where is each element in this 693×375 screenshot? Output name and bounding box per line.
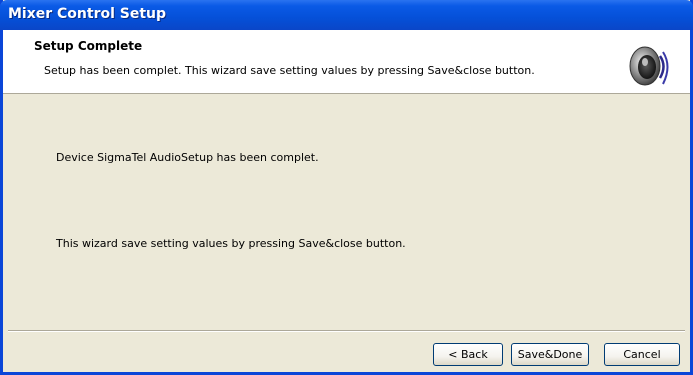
instruction-message: This wizard save setting values by press…: [56, 237, 406, 250]
speaker-icon: [629, 46, 669, 86]
back-button[interactable]: < Back: [433, 343, 503, 366]
title-bar[interactable]: Mixer Control Setup: [0, 0, 693, 30]
window-title: Mixer Control Setup: [8, 6, 167, 22]
wizard-header: Setup Complete Setup has been complet. T…: [3, 30, 690, 94]
status-message: Device SigmaTel AudioSetup has been comp…: [56, 151, 319, 164]
cancel-button[interactable]: Cancel: [604, 343, 680, 366]
header-title: Setup Complete: [34, 39, 143, 53]
header-subtitle: Setup has been complet. This wizard save…: [44, 64, 535, 77]
save-done-button[interactable]: Save&Done: [511, 343, 589, 366]
button-separator: [8, 330, 685, 332]
wizard-dialog: Mixer Control Setup Setup Complete Setup…: [0, 0, 693, 375]
